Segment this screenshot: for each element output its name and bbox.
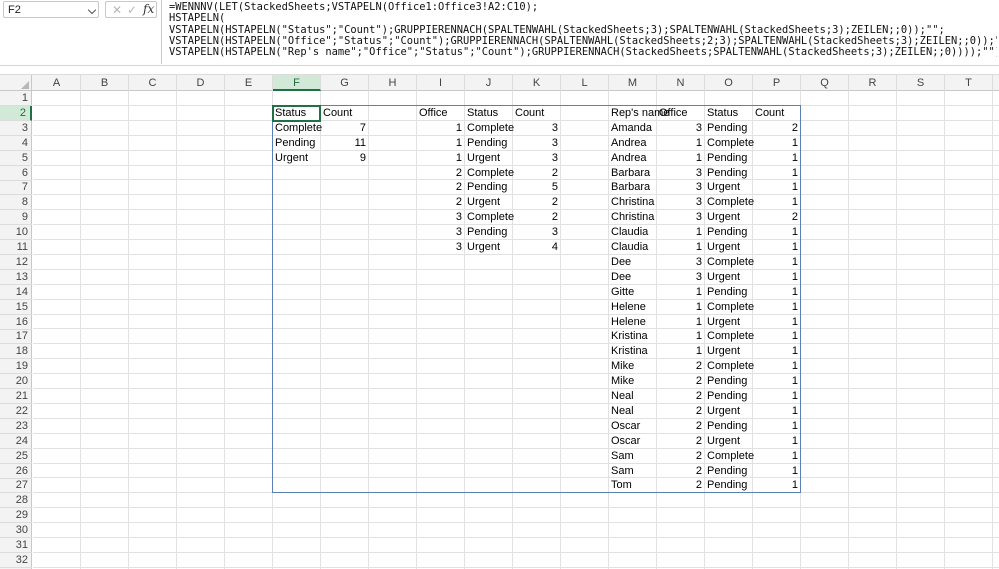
row-header-22[interactable]: 22: [0, 404, 32, 419]
formula-line: =WENNNV(LET(StackedSheets;VSTAPELN(Offic…: [169, 1, 539, 13]
row-header-21[interactable]: 21: [0, 389, 32, 404]
row-header-27[interactable]: 27: [0, 478, 32, 494]
row-header-18[interactable]: 18: [0, 344, 32, 360]
column-header-g[interactable]: G: [321, 75, 369, 91]
row-header-25[interactable]: 25: [0, 449, 32, 464]
name-box[interactable]: F2: [3, 1, 99, 18]
formula-line: HSTAPELN(: [169, 12, 226, 25]
row-header-29[interactable]: 29: [0, 508, 32, 524]
column-header-t[interactable]: T: [945, 75, 993, 91]
column-header-s[interactable]: S: [897, 75, 945, 91]
worksheet-grid[interactable]: Status Count Complete 7 Pending 11 Urgent 9 Offi…: [33, 91, 999, 569]
column-header-h[interactable]: H: [369, 75, 417, 91]
column-header-m[interactable]: M: [609, 75, 657, 91]
column-header-b[interactable]: B: [81, 75, 129, 91]
row-header-3[interactable]: 3: [0, 121, 32, 136]
row-header-28[interactable]: 28: [0, 493, 32, 509]
column-header-i[interactable]: I: [417, 75, 465, 91]
row-header-7[interactable]: 7: [0, 180, 32, 196]
select-all-triangle-icon: [21, 81, 29, 89]
row-header-19[interactable]: 19: [0, 359, 32, 375]
cancel-icon[interactable]: ✕: [112, 3, 122, 17]
row-header-1[interactable]: 1: [0, 91, 32, 106]
row-headers: 1 2 3 4 5 6 7 8 9 10 11 12 13 14 15 16 17 18 19 20 21 22 23 24 2…: [0, 91, 32, 569]
column-header-r[interactable]: R: [849, 75, 897, 91]
row-header-5[interactable]: 5: [0, 151, 32, 166]
row-gridline: [33, 552, 999, 553]
column-header-e[interactable]: E: [225, 75, 273, 91]
row-header-31[interactable]: 31: [0, 538, 32, 553]
row-header-2[interactable]: 2: [0, 105, 32, 121]
column-header-c[interactable]: C: [129, 75, 177, 91]
column-gridline: [80, 91, 81, 569]
column-header-j[interactable]: J: [465, 75, 513, 91]
formula-bar-area: F2 ⋮ ✕ ✓ fx =WENNNV(LET(StackedSheets;VS…: [0, 0, 999, 66]
column-header-k[interactable]: K: [513, 75, 561, 91]
row-header-26[interactable]: 26: [0, 464, 32, 479]
row-header-13[interactable]: 13: [0, 270, 32, 285]
row-header-15[interactable]: 15: [0, 300, 32, 315]
select-all-button[interactable]: [0, 75, 32, 91]
row-gridline: [33, 537, 999, 538]
column-header-a[interactable]: A: [33, 75, 81, 91]
row-header-24[interactable]: 24: [0, 434, 32, 449]
row-gridline: [33, 522, 999, 523]
column-gridline: [224, 91, 225, 569]
formula-line: VSTAPELN(HSTAPELN("Rep's name";"Office";…: [169, 46, 997, 59]
row-header-32[interactable]: 32: [0, 553, 32, 568]
formula-buttons: ✕ ✓ fx: [105, 1, 157, 18]
spill-range-border: [272, 105, 801, 493]
row-gridline: [33, 567, 999, 568]
row-header-10[interactable]: 10: [0, 225, 32, 241]
row-header-20[interactable]: 20: [0, 374, 32, 390]
row-header-9[interactable]: 9: [0, 210, 32, 226]
row-header-23[interactable]: 23: [0, 419, 32, 434]
column-headers: ABCDEFGHIJKLMNOPQRST: [0, 74, 999, 91]
more-options-icon: ⋮: [101, 4, 110, 16]
column-gridline: [176, 91, 177, 569]
column-header-o[interactable]: O: [705, 75, 753, 91]
row-header-17[interactable]: 17: [0, 329, 32, 345]
row-header-14[interactable]: 14: [0, 285, 32, 300]
row-header-11[interactable]: 11: [0, 240, 32, 255]
row-header-8[interactable]: 8: [0, 195, 32, 211]
name-box-value: F2: [8, 4, 21, 16]
chevron-down-icon[interactable]: [87, 5, 97, 15]
row-header-6[interactable]: 6: [0, 166, 32, 181]
row-header-4[interactable]: 4: [0, 136, 32, 151]
row-header-16[interactable]: 16: [0, 315, 32, 330]
column-header-d[interactable]: D: [177, 75, 225, 91]
row-header-30[interactable]: 30: [0, 523, 32, 539]
column-header-l[interactable]: L: [561, 75, 609, 91]
row-gridline: [33, 507, 999, 508]
formula-input[interactable]: =WENNNV(LET(StackedSheets;VSTAPELN(Offic…: [161, 0, 997, 64]
column-gridline: [848, 91, 849, 569]
row-header-12[interactable]: 12: [0, 255, 32, 270]
column-gridline: [944, 91, 945, 569]
enter-check-icon[interactable]: ✓: [127, 3, 137, 17]
active-cell-selection: [272, 105, 321, 122]
column-header-f[interactable]: F: [273, 75, 321, 91]
column-header-q[interactable]: Q: [801, 75, 849, 91]
column-gridline: [896, 91, 897, 569]
formula-bar-divider: [0, 65, 999, 66]
column-gridline: [128, 91, 129, 569]
column-header-p[interactable]: P: [753, 75, 801, 91]
insert-function-icon[interactable]: fx: [143, 2, 154, 17]
column-gridline: [992, 91, 993, 569]
column-header-n[interactable]: N: [657, 75, 705, 91]
